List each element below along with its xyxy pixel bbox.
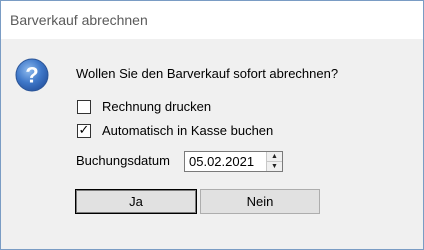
- dialog-window: Barverkauf abrechnen ? Wollen Sie den Ba…: [0, 0, 424, 250]
- auto-post-label[interactable]: Automatisch in Kasse buchen: [102, 123, 273, 138]
- booking-date-value[interactable]: 05.02.2021: [189, 154, 254, 169]
- print-invoice-label[interactable]: Rechnung drucken: [102, 99, 211, 114]
- date-spinner[interactable]: ▲ ▼: [266, 152, 282, 171]
- svg-text:?: ?: [25, 63, 38, 88]
- no-accel: N: [246, 194, 257, 209]
- no-button[interactable]: Nein: [200, 189, 320, 214]
- booking-date-label: Buchungsdatum: [76, 153, 170, 168]
- spin-down-icon[interactable]: ▼: [267, 162, 282, 171]
- title-bar: Barverkauf abrechnen: [1, 1, 423, 39]
- auto-post-checkbox[interactable]: ✓: [77, 122, 91, 138]
- yes-rest: a: [135, 194, 143, 209]
- spin-up-icon[interactable]: ▲: [267, 152, 282, 162]
- no-rest: ein: [256, 194, 274, 209]
- question-text: Wollen Sie den Barverkauf sofort abrechn…: [76, 66, 339, 81]
- print-invoice-checkbox[interactable]: [77, 100, 91, 114]
- question-icon: ?: [15, 58, 49, 92]
- window-title: Barverkauf abrechnen: [10, 12, 148, 28]
- yes-button[interactable]: Ja: [75, 189, 197, 214]
- checkmark-icon: ✓: [78, 122, 90, 137]
- booking-date-field[interactable]: 05.02.2021 ▲ ▼: [184, 151, 283, 172]
